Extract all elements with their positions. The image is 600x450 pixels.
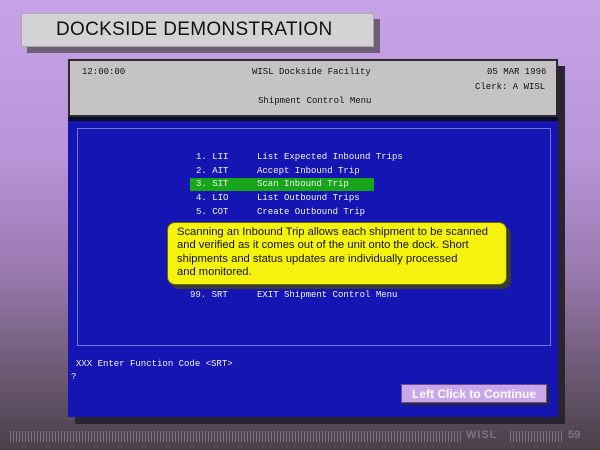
menu-item-label: Create Outbound Trip — [257, 207, 366, 217]
menu-item-label: Scan Inbound Trip — [257, 179, 349, 189]
callout-line: shipments and status updates are individ… — [177, 252, 458, 265]
slide-title: DOCKSIDE DEMONSTRATION — [21, 13, 374, 47]
menu-item-exit[interactable]: 99. SRT EXIT Shipment Control Menu — [190, 289, 450, 302]
menu-item-cot[interactable]: 5. COT Create Outbound Trip — [190, 206, 374, 219]
input-cursor[interactable]: ? — [71, 372, 76, 382]
menu-item-code: 2. AIT — [196, 166, 229, 176]
callout-line: and verified as it comes out of the unit… — [177, 239, 469, 252]
menu-item-code: 4. LIO — [196, 193, 229, 203]
slide-footer: WISL 59 — [0, 428, 600, 446]
menu-item-label: List Expected Inbound Trips — [257, 152, 403, 162]
function-code-prompt: XXX Enter Function Code <SRT> — [76, 359, 233, 369]
footer-barcode-right — [510, 431, 562, 442]
menu-item-code: 3. SIT — [196, 179, 229, 189]
terminal-header: 12:00:00 WISL Dockside Facility 05 MAR 1… — [68, 59, 558, 117]
page-number: 59 — [568, 429, 581, 441]
menu-item-label: Accept Inbound Trip — [257, 166, 360, 176]
footer-brand: WISL — [466, 429, 498, 441]
menu-item-code: 5. COT — [196, 207, 229, 217]
footer-barcode-left — [10, 431, 462, 442]
menu-item-label: EXIT Shipment Control Menu — [257, 290, 398, 300]
menu-item-lio[interactable]: 4. LIO List Outbound Trips — [190, 192, 374, 205]
continue-button[interactable]: Left Click to Continue — [401, 384, 547, 403]
header-facility: WISL Dockside Facility — [252, 67, 371, 77]
callout-line: and monitored. — [177, 265, 252, 278]
header-date: 05 MAR 1996 — [487, 67, 547, 77]
menu-item-sit-selected[interactable]: 3. SIT Scan Inbound Trip — [190, 178, 374, 191]
menu-item-code: 1. LII — [196, 152, 229, 162]
callout-line: Scanning an Inbound Trip allows each shi… — [177, 226, 488, 238]
explanation-callout: Scanning an Inbound Trip allows each shi… — [167, 222, 507, 285]
menu-item-lii[interactable]: 1. LII List Expected Inbound Trips — [190, 151, 403, 164]
menu-item-ait[interactable]: 2. AIT Accept Inbound Trip — [190, 165, 374, 178]
header-menu-title: Shipment Control Menu — [258, 96, 372, 106]
menu-item-code: 99. SRT — [190, 290, 228, 300]
header-clerk: Clerk: A WISL — [475, 82, 546, 92]
header-time: 12:00:00 — [82, 67, 126, 77]
menu-item-label: List Outbound Trips — [257, 193, 360, 203]
